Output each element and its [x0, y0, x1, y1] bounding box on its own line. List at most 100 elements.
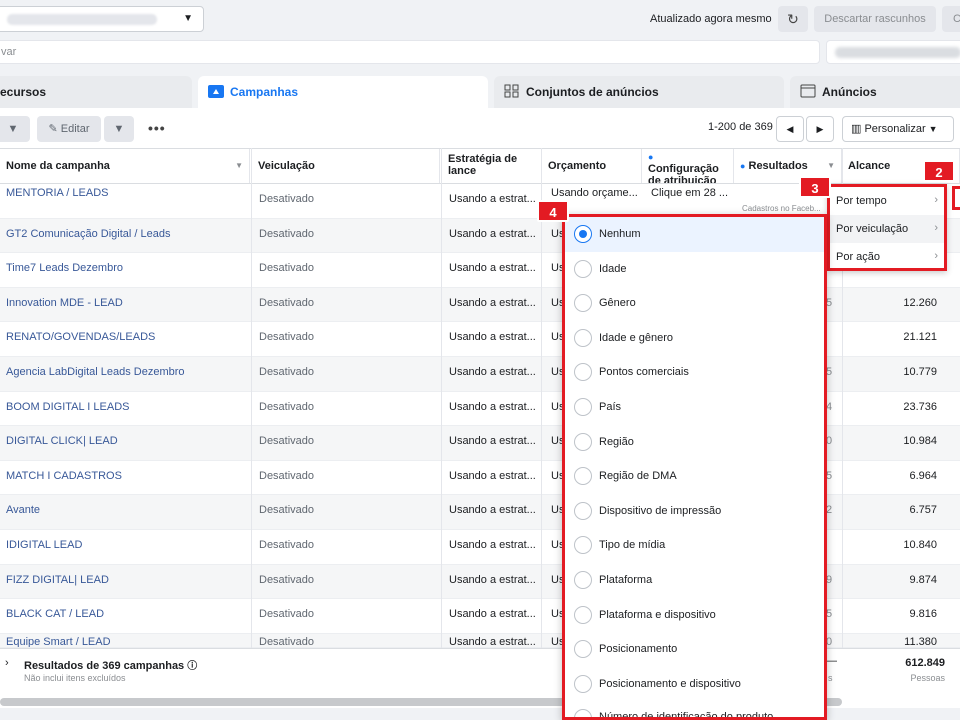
option-platform[interactable]: Plataforma: [565, 563, 824, 598]
callout-badge-3: 3: [799, 176, 831, 198]
customize-columns-button[interactable]: ▥ Personalizar ▼: [842, 116, 954, 142]
reach-value: 10.984: [903, 435, 937, 448]
reach-value: 6.964: [909, 469, 937, 482]
option-none[interactable]: Nenhum: [565, 217, 824, 252]
campaign-name-link[interactable]: MENTORIA / LEADS: [0, 184, 250, 218]
chevron-right-icon: ›: [934, 250, 938, 262]
campaign-name-link[interactable]: Innovation MDE - LEAD: [0, 288, 250, 322]
column-label: Estratégia de lance: [448, 153, 518, 177]
bid-strategy: Usando a estrat...: [449, 435, 536, 448]
date-range-selector[interactable]: [826, 40, 960, 64]
attribution-value: Clique em 28 ...: [651, 187, 729, 199]
refresh-button[interactable]: ↻: [778, 6, 808, 32]
delivery-status: Desativado: [259, 400, 315, 413]
option-label: Posicionamento: [599, 643, 678, 656]
campaign-name-link[interactable]: IDIGITAL LEAD: [0, 530, 250, 564]
pencil-icon: ✎: [48, 123, 58, 135]
menu-item-by-action[interactable]: Por ação ›: [830, 243, 944, 271]
option-platform-device[interactable]: Plataforma e dispositivo: [565, 598, 824, 633]
option-region[interactable]: Região: [565, 425, 824, 460]
radio-icon: [574, 674, 592, 693]
reach-value: 11.380: [904, 635, 937, 648]
campaign-name-link[interactable]: Equipe Smart / LEAD: [0, 634, 250, 647]
column-header-attribution[interactable]: ● Configuração de atribuição: [642, 149, 734, 183]
tab-ads[interactable]: Anúncios: [790, 76, 960, 108]
sort-icon: ▼: [235, 161, 243, 170]
sort-icon: ▼: [827, 161, 835, 170]
delivery-status: Desativado: [259, 504, 315, 517]
radio-icon: [574, 259, 592, 278]
option-business-locations[interactable]: Pontos comerciais: [565, 355, 824, 390]
option-age[interactable]: Idade: [565, 252, 824, 287]
edit-dropdown-button[interactable]: ▼: [104, 116, 134, 142]
arrow-right-icon: ▶: [816, 124, 824, 134]
option-media-type[interactable]: Tipo de mídia: [565, 528, 824, 563]
discard-drafts-button[interactable]: Descartar rascunhos: [814, 6, 936, 32]
column-header-budget[interactable]: Orçamento: [542, 149, 642, 183]
option-label: Posicionamento e dispositivo: [599, 677, 741, 690]
truncated-button[interactable]: C: [942, 6, 960, 32]
campaign-name-link[interactable]: Avante: [0, 495, 250, 529]
option-gender[interactable]: Gênero: [565, 286, 824, 321]
delivery-status: Desativado: [259, 193, 315, 205]
delivery-status: Desativado: [259, 608, 315, 621]
column-label: Resultados: [748, 160, 808, 172]
campaign-name-link[interactable]: GT2 Comunicação Digital / Leads: [0, 219, 250, 253]
dropdown-button[interactable]: ▼: [0, 116, 30, 142]
chevron-right-icon[interactable]: ›: [5, 657, 9, 669]
option-label: Plataforma: [599, 574, 653, 586]
column-header-delivery[interactable]: Veiculação: [252, 149, 440, 183]
tab-resources[interactable]: ecursos: [0, 76, 192, 108]
date-range-blurred: [835, 47, 960, 58]
radio-icon: [574, 640, 592, 659]
chevron-right-icon: ›: [934, 194, 938, 206]
refresh-icon: ↻: [787, 11, 799, 27]
option-label: Tipo de mídia: [599, 539, 666, 552]
more-options-button[interactable]: •••: [148, 120, 166, 136]
radio-icon: [574, 709, 592, 717]
menu-item-by-delivery[interactable]: Por veiculação ›: [830, 215, 944, 243]
delivery-status: Desativado: [259, 262, 315, 275]
column-divider: [251, 148, 252, 648]
campaign-name-link[interactable]: RENATO/GOVENDAS/LEADS: [0, 322, 250, 356]
search-input[interactable]: var: [0, 40, 820, 64]
column-divider: [441, 148, 442, 648]
column-header-strategy[interactable]: Estratégia de lance: [442, 149, 542, 183]
option-impression-device[interactable]: Dispositivo de impressão: [565, 494, 824, 529]
option-dma-region[interactable]: Região de DMA: [565, 459, 824, 494]
delivery-status: Desativado: [259, 227, 315, 240]
option-age-gender[interactable]: Idade e gênero: [565, 321, 824, 356]
delivery-status: Desativado: [259, 366, 315, 378]
option-country[interactable]: País: [565, 390, 824, 425]
option-label: Nenhum: [599, 228, 641, 240]
option-placement-device[interactable]: Posicionamento e dispositivo: [565, 667, 824, 702]
column-divider: [541, 148, 542, 648]
next-page-button[interactable]: ▶: [806, 116, 834, 142]
bid-strategy: Usando a estrat...: [449, 262, 536, 275]
option-placement[interactable]: Posicionamento: [565, 632, 824, 667]
column-label: Nome da campanha: [6, 160, 110, 172]
campaign-name-link[interactable]: Agencia LabDigital Leads Dezembro: [0, 357, 250, 391]
tab-ad-sets[interactable]: Conjuntos de anúncios: [494, 76, 784, 108]
column-header-name[interactable]: Nome da campanha ▼: [0, 149, 250, 183]
campaign-name-link[interactable]: BOOM DIGITAL I LEADS: [0, 392, 250, 426]
caret-down-icon: ▼: [7, 123, 19, 135]
campaign-name-link[interactable]: Time7 Leads Dezembro: [0, 253, 250, 287]
account-selector[interactable]: ▼: [0, 6, 204, 32]
results-partial: 5: [826, 366, 833, 378]
campaign-name-link[interactable]: FIZZ DIGITAL| LEAD: [0, 565, 250, 599]
menu-item-by-time[interactable]: Por tempo ›: [830, 187, 944, 215]
option-product-id[interactable]: Número de identificação do produto: [565, 701, 824, 717]
option-label: Idade e gênero: [599, 331, 674, 344]
campaign-name-link[interactable]: BLACK CAT / LEAD: [0, 599, 250, 633]
bid-strategy: Usando a estrat...: [449, 400, 536, 413]
prev-page-button[interactable]: ◀: [776, 116, 804, 142]
results-total-dash: —: [826, 655, 837, 667]
campaign-name-link[interactable]: DIGITAL CLICK| LEAD: [0, 426, 250, 460]
radio-icon: [574, 536, 592, 555]
tab-campaigns[interactable]: Campanhas: [198, 76, 488, 108]
bid-strategy: Usando a estrat...: [449, 331, 536, 344]
edit-button[interactable]: ✎ Editar: [37, 116, 101, 142]
campaign-name-link[interactable]: MATCH I CADASTROS: [0, 461, 250, 495]
results-partial: 5: [826, 469, 833, 482]
